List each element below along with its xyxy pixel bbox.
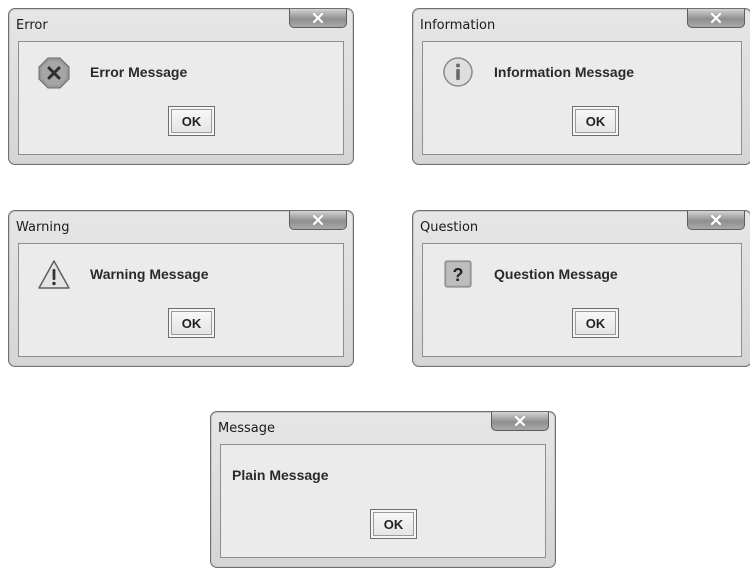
question-dialog-close-button[interactable] [687,211,745,230]
question-message-text: Question Message [494,266,618,282]
question-dialog-title: Question [420,220,479,235]
error-ok-button[interactable]: OK [168,106,215,136]
information-dialog-close-button[interactable] [687,9,745,28]
information-message-text: Information Message [494,64,635,80]
plain-dialog-titlebar[interactable]: Message [211,412,555,442]
warning-dialog-title: Warning [16,220,70,235]
warning-dialog: Warning Warning Message OK [8,210,354,367]
warning-icon [37,258,71,292]
plain-dialog-title: Message [218,421,275,436]
error-message-text: Error Message [90,64,188,80]
warning-dialog-content: Warning Message OK [18,243,344,357]
plain-ok-button[interactable]: OK [370,509,417,539]
error-dialog-content: Error Message OK [18,41,344,155]
warning-dialog-close-button[interactable] [289,211,347,230]
question-dialog: Question ? Question Message OK [412,210,750,367]
close-icon [710,214,722,226]
close-icon [312,12,324,24]
plain-message-text: Plain Message [232,467,329,483]
error-dialog: Error Error Message OK [8,8,354,165]
question-ok-button[interactable]: OK [572,308,619,338]
close-icon [710,12,722,24]
warning-dialog-titlebar[interactable]: Warning [9,211,353,241]
warning-ok-button[interactable]: OK [168,308,215,338]
close-icon [514,415,526,427]
error-dialog-title: Error [16,18,48,33]
question-dialog-content: ? Question Message OK [422,243,742,357]
plain-dialog-close-button[interactable] [491,412,549,431]
svg-text:?: ? [453,265,464,285]
plain-dialog-content: Plain Message OK [220,444,546,558]
information-dialog: Information Information Message OK [412,8,750,165]
warning-message-text: Warning Message [90,266,209,282]
error-dialog-titlebar[interactable]: Error [9,9,353,39]
information-icon [441,56,475,90]
information-dialog-content: Information Message OK [422,41,742,155]
error-icon [37,56,71,90]
information-ok-button[interactable]: OK [572,106,619,136]
question-icon: ? [441,258,475,292]
information-dialog-title: Information [420,18,496,33]
close-icon [312,214,324,226]
information-dialog-titlebar[interactable]: Information [413,9,750,39]
error-dialog-close-button[interactable] [289,9,347,28]
question-dialog-titlebar[interactable]: Question [413,211,750,241]
plain-message-dialog: Message Plain Message OK [210,411,556,568]
